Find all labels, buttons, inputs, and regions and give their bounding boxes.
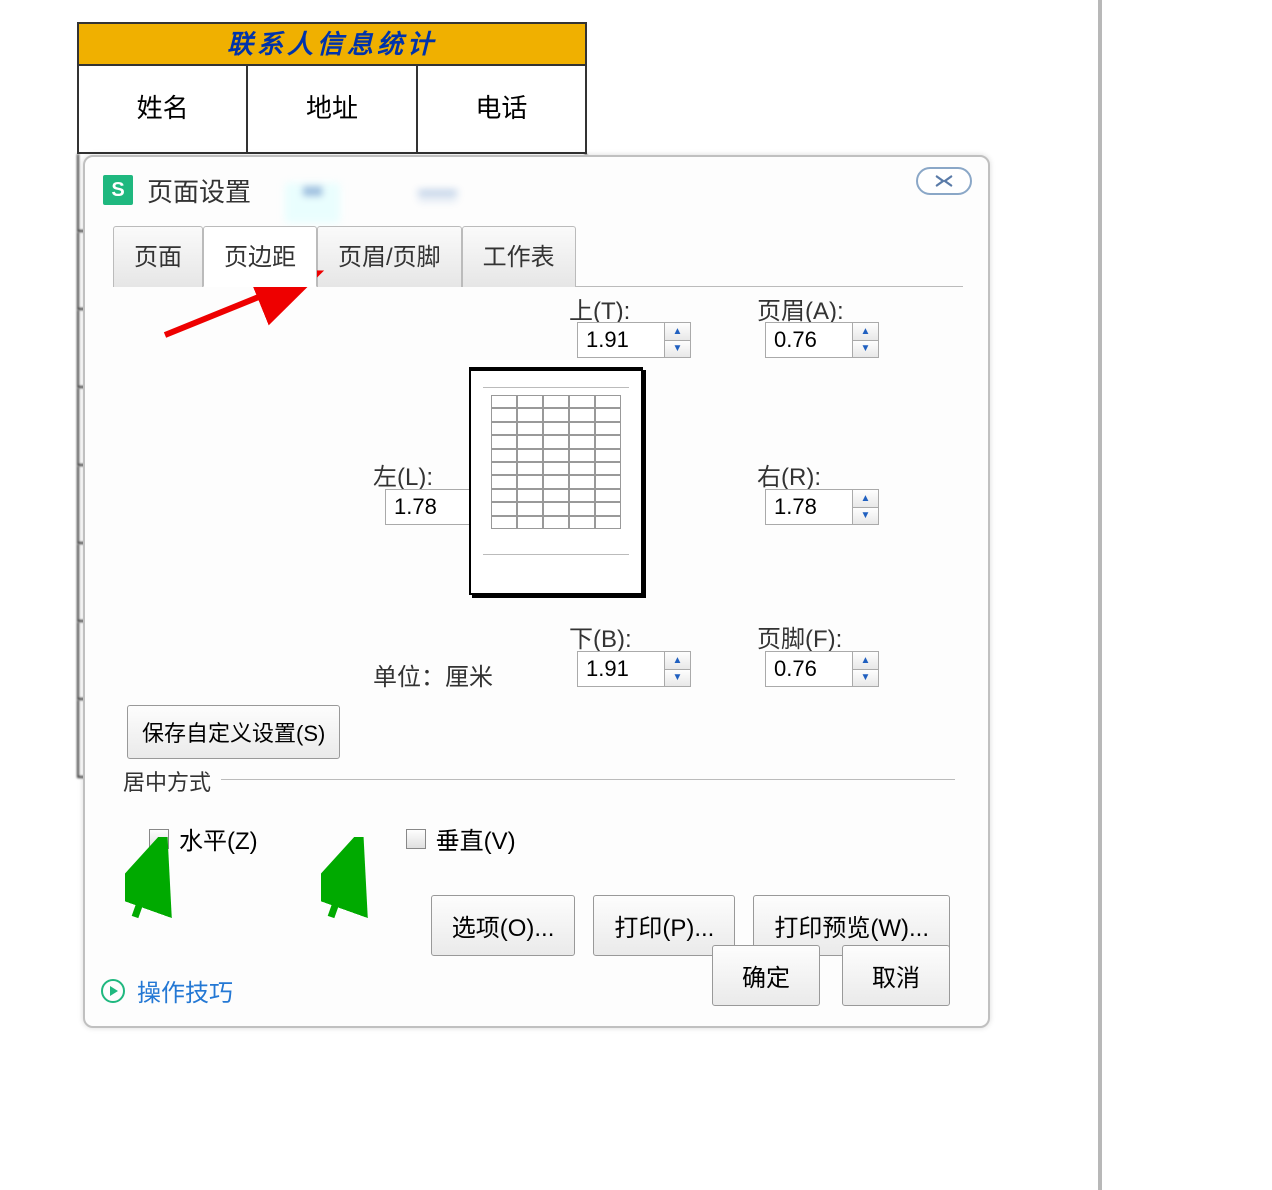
cancel-button[interactable]: 取消 [842, 945, 950, 1006]
play-icon [101, 979, 125, 1003]
ok-button[interactable]: 确定 [712, 945, 820, 1006]
footer-label: 页脚(F): [757, 619, 842, 654]
right-label: 右(R): [757, 457, 821, 492]
page-border [1098, 0, 1102, 1190]
tab-margins[interactable]: 页边距 [203, 226, 317, 287]
close-icon [935, 174, 953, 188]
tips-link[interactable]: 操作技巧 [137, 973, 233, 1008]
tips-link-row: 操作技巧 [101, 973, 233, 1008]
vertical-label: 垂直(V) [436, 821, 516, 856]
spin-up-icon[interactable]: ▲ [853, 652, 878, 670]
bg-header-name: 姓名 [77, 66, 248, 154]
spin-down-icon[interactable]: ▼ [853, 670, 878, 687]
tab-header-footer[interactable]: 页眉/页脚 [317, 226, 462, 287]
horizontal-label: 水平(Z) [179, 821, 258, 856]
options-button[interactable]: 选项(O)... [431, 895, 576, 956]
bg-header-addr: 地址 [248, 66, 417, 154]
left-input[interactable] [386, 490, 472, 524]
horizontal-check-item[interactable]: 水平(Z) [149, 821, 258, 856]
header-label: 页眉(A): [757, 291, 844, 326]
top-label: 上(T): [569, 291, 630, 326]
unit-label: 单位：厘米 [373, 657, 493, 692]
footer-spinner[interactable]: ▲▼ [765, 651, 879, 687]
vertical-check-item[interactable]: 垂直(V) [406, 821, 516, 856]
dialog-titlebar[interactable]: S 页面设置 ■■━━━━ [85, 157, 988, 223]
bg-header-phone: 电话 [418, 66, 587, 154]
top-spinner[interactable]: ▲▼ [577, 322, 691, 358]
spin-up-icon[interactable]: ▲ [853, 323, 878, 341]
footer-input[interactable] [766, 652, 852, 686]
spin-up-icon[interactable]: ▲ [853, 490, 878, 508]
tab-page[interactable]: 页面 [113, 226, 203, 287]
bottom-input[interactable] [578, 652, 664, 686]
spin-up-icon[interactable]: ▲ [665, 323, 690, 341]
page-setup-dialog: S 页面设置 ■■━━━━ 页面 页边距 页眉/页脚 工作表 上(T): ▲▼ … [83, 155, 990, 1028]
left-label: 左(L): [373, 457, 433, 492]
horizontal-checkbox[interactable] [149, 829, 169, 849]
bottom-spinner[interactable]: ▲▼ [577, 651, 691, 687]
spin-down-icon[interactable]: ▼ [665, 670, 690, 687]
bottom-label: 下(B): [569, 619, 632, 654]
dialog-title: 页面设置 [147, 172, 251, 209]
close-button[interactable] [916, 167, 972, 195]
right-spinner[interactable]: ▲▼ [765, 489, 879, 525]
spin-down-icon[interactable]: ▼ [665, 341, 690, 358]
top-input[interactable] [578, 323, 664, 357]
spin-down-icon[interactable]: ▼ [853, 508, 878, 525]
blurred-background-content: ■■━━━━ [285, 183, 645, 223]
spin-down-icon[interactable]: ▼ [853, 341, 878, 358]
spin-up-icon[interactable]: ▲ [665, 652, 690, 670]
page-preview [469, 367, 643, 595]
header-input[interactable] [766, 323, 852, 357]
center-legend: 居中方式 [123, 765, 221, 797]
bg-title: 联系人信息统计 [77, 22, 587, 66]
wps-s-icon: S [103, 175, 133, 205]
header-spinner[interactable]: ▲▼ [765, 322, 879, 358]
tab-sheet[interactable]: 工作表 [462, 226, 576, 287]
save-custom-button[interactable]: 保存自定义设置(S) [127, 705, 340, 759]
tab-bar: 页面 页边距 页眉/页脚 工作表 [113, 225, 963, 287]
vertical-checkbox[interactable] [406, 829, 426, 849]
right-input[interactable] [766, 490, 852, 524]
